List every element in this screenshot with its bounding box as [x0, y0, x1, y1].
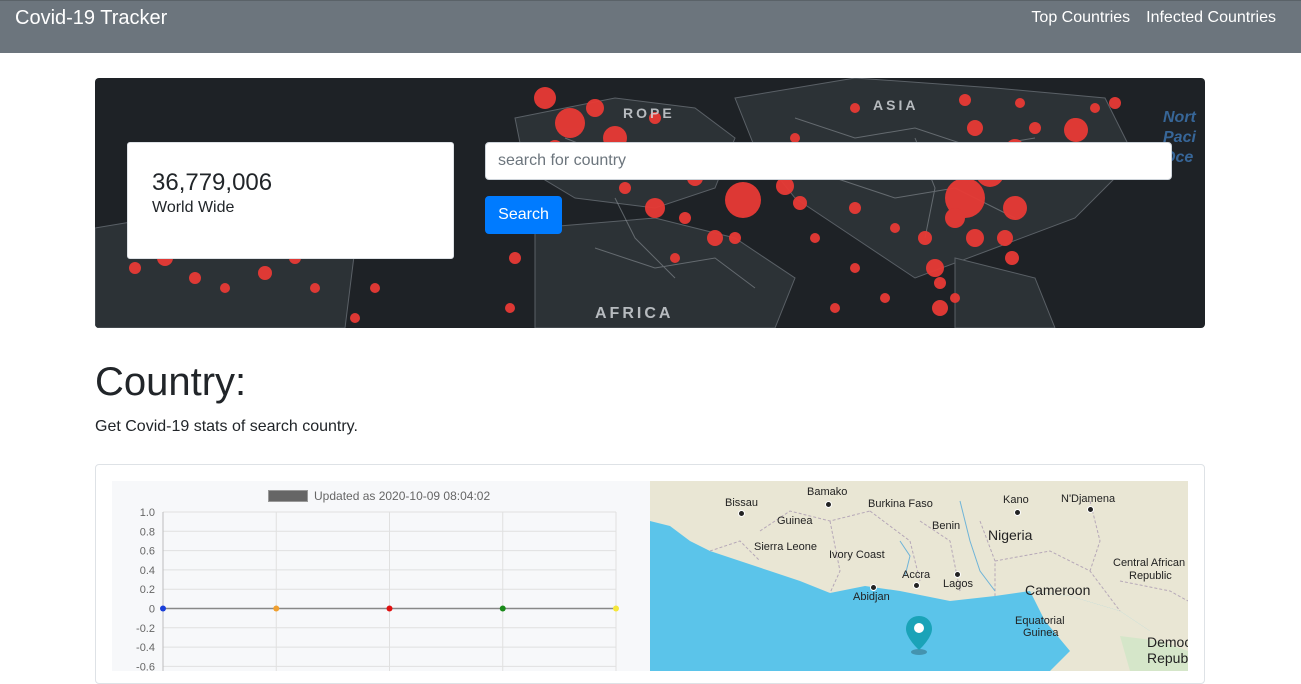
- world-total-label: World Wide: [152, 199, 235, 216]
- map-label-equatorial: Equatorial: [1015, 615, 1065, 627]
- y-tick-label: 0.8: [140, 526, 155, 538]
- city-dot: [1087, 506, 1094, 513]
- map-label-bamako: Bamako: [807, 486, 848, 498]
- map-label-europe: ROPE: [623, 105, 675, 121]
- map-label-equatorial-guinea: Guinea: [1023, 627, 1059, 639]
- map-label-benin: Benin: [932, 520, 961, 532]
- nav-link-infected-countries[interactable]: Infected Countries: [1146, 9, 1276, 27]
- map-label-ivory-coast: Ivory Coast: [829, 549, 885, 561]
- map-label-democratic: Democ: [1147, 634, 1188, 650]
- page-title: Country:: [95, 360, 247, 404]
- navbar: Covid-19 Tracker Top Countries Infected …: [0, 0, 1301, 53]
- world-total-value: 36,779,006: [152, 169, 273, 196]
- world-stat-card: 36,779,006 World Wide: [127, 142, 454, 259]
- data-point[interactable]: [160, 605, 166, 612]
- brand-title[interactable]: Covid-19 Tracker: [15, 7, 167, 30]
- country-map[interactable]: Bamako Bissau Guinea Burkina Faso Kano N…: [650, 481, 1188, 671]
- map-label-accra: Accra: [902, 569, 931, 581]
- map-label-sierra-leone: Sierra Leone: [754, 541, 817, 553]
- y-tick-label: -0.4: [136, 642, 155, 654]
- map-label-lagos: Lagos: [943, 578, 973, 590]
- map-label-ndjamena: N'Djamena: [1061, 493, 1116, 505]
- map-label-africa: AFRICA: [595, 305, 673, 322]
- map-label-asia: ASIA: [873, 97, 918, 113]
- hero-banner: ROPE ASIA AFRICA Nort Paci Oce 36,779,00…: [95, 78, 1205, 328]
- map-label-cameroon: Cameroon: [1025, 582, 1091, 598]
- y-tick-label: 0.6: [140, 546, 155, 558]
- chart-plot: 1.0 0.8 0.6 0.4 0.2 0 -0.2 -0.4 -0.6: [136, 507, 619, 671]
- data-point[interactable]: [273, 605, 280, 612]
- city-dot: [954, 571, 961, 578]
- data-point[interactable]: [613, 605, 619, 612]
- nav-links: Top Countries Infected Countries: [1031, 9, 1276, 27]
- nav-link-top-countries[interactable]: Top Countries: [1031, 9, 1130, 27]
- map-label-guinea: Guinea: [777, 515, 813, 527]
- map-label-central-african: Central African: [1113, 557, 1186, 569]
- city-dot: [825, 501, 832, 508]
- y-tick-label: 0.4: [140, 565, 155, 577]
- map-label-kano: Kano: [1003, 494, 1029, 506]
- map-label-nigeria: Nigeria: [988, 527, 1033, 543]
- search-button[interactable]: Search: [485, 196, 562, 234]
- city-dot: [913, 582, 920, 589]
- y-tick-label: -0.2: [136, 623, 155, 635]
- y-tick-label: 0: [149, 604, 155, 616]
- stats-chart: Updated as 2020-10-09 08:04:02 1.0 0.8 0.6…: [112, 481, 650, 671]
- map-label-bissau: Bissau: [725, 497, 759, 509]
- country-search-input[interactable]: [485, 142, 1172, 180]
- data-point[interactable]: [386, 605, 393, 612]
- data-point[interactable]: [499, 605, 506, 612]
- city-dot: [738, 510, 745, 517]
- page-subtitle: Get Covid-19 stats of search country.: [95, 418, 358, 435]
- location-pin-icon[interactable]: [903, 614, 935, 656]
- city-dot: [870, 584, 877, 591]
- city-dot: [1014, 509, 1021, 516]
- map-label-abidjan: Abidjan: [853, 591, 890, 603]
- map-label-burkina-faso: Burkina Faso: [868, 498, 933, 510]
- y-tick-label: -0.6: [136, 661, 155, 671]
- map-label-republic-drc: Repub: [1147, 650, 1188, 666]
- map-label-republic: Republic: [1129, 570, 1172, 582]
- y-tick-label: 1.0: [140, 507, 155, 519]
- y-tick-label: 0.2: [140, 584, 155, 596]
- map-label-north: Nort: [1163, 109, 1197, 126]
